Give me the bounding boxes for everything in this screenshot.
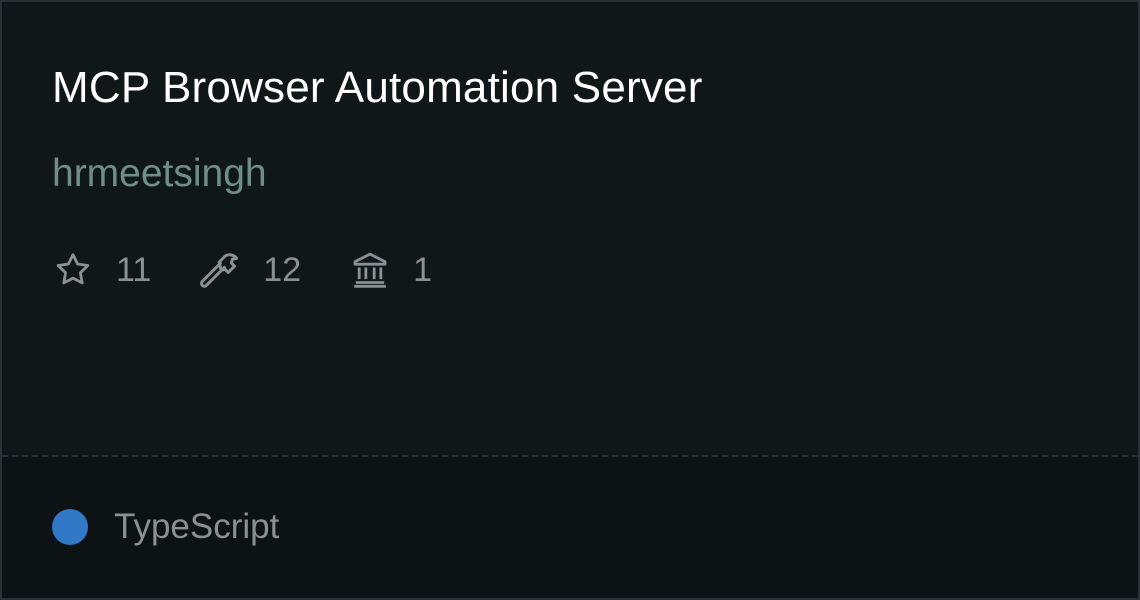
bank-icon [349,249,391,291]
language-name: TypeScript [114,507,280,546]
repo-title[interactable]: MCP Browser Automation Server [52,58,703,118]
language-indicator: TypeScript [52,505,279,549]
tools-stat: 12 [199,246,301,294]
repo-card[interactable]: MCP Browser Automation Server hrmeetsing… [0,0,1140,600]
star-icon [52,249,94,291]
repo-stats: 11 12 1 [52,246,480,294]
stars-count: 11 [116,251,152,289]
tools-count: 12 [263,251,302,289]
stars-stat: 11 [52,246,151,294]
resources-count: 1 [413,251,433,289]
card-footer: TypeScript [2,457,1138,598]
card-header: MCP Browser Automation Server hrmeetsing… [2,2,1138,455]
resources-stat: 1 [349,246,432,294]
repo-author[interactable]: hrmeetsingh [52,148,267,200]
language-color-dot [52,509,88,545]
hammer-icon [199,249,241,291]
